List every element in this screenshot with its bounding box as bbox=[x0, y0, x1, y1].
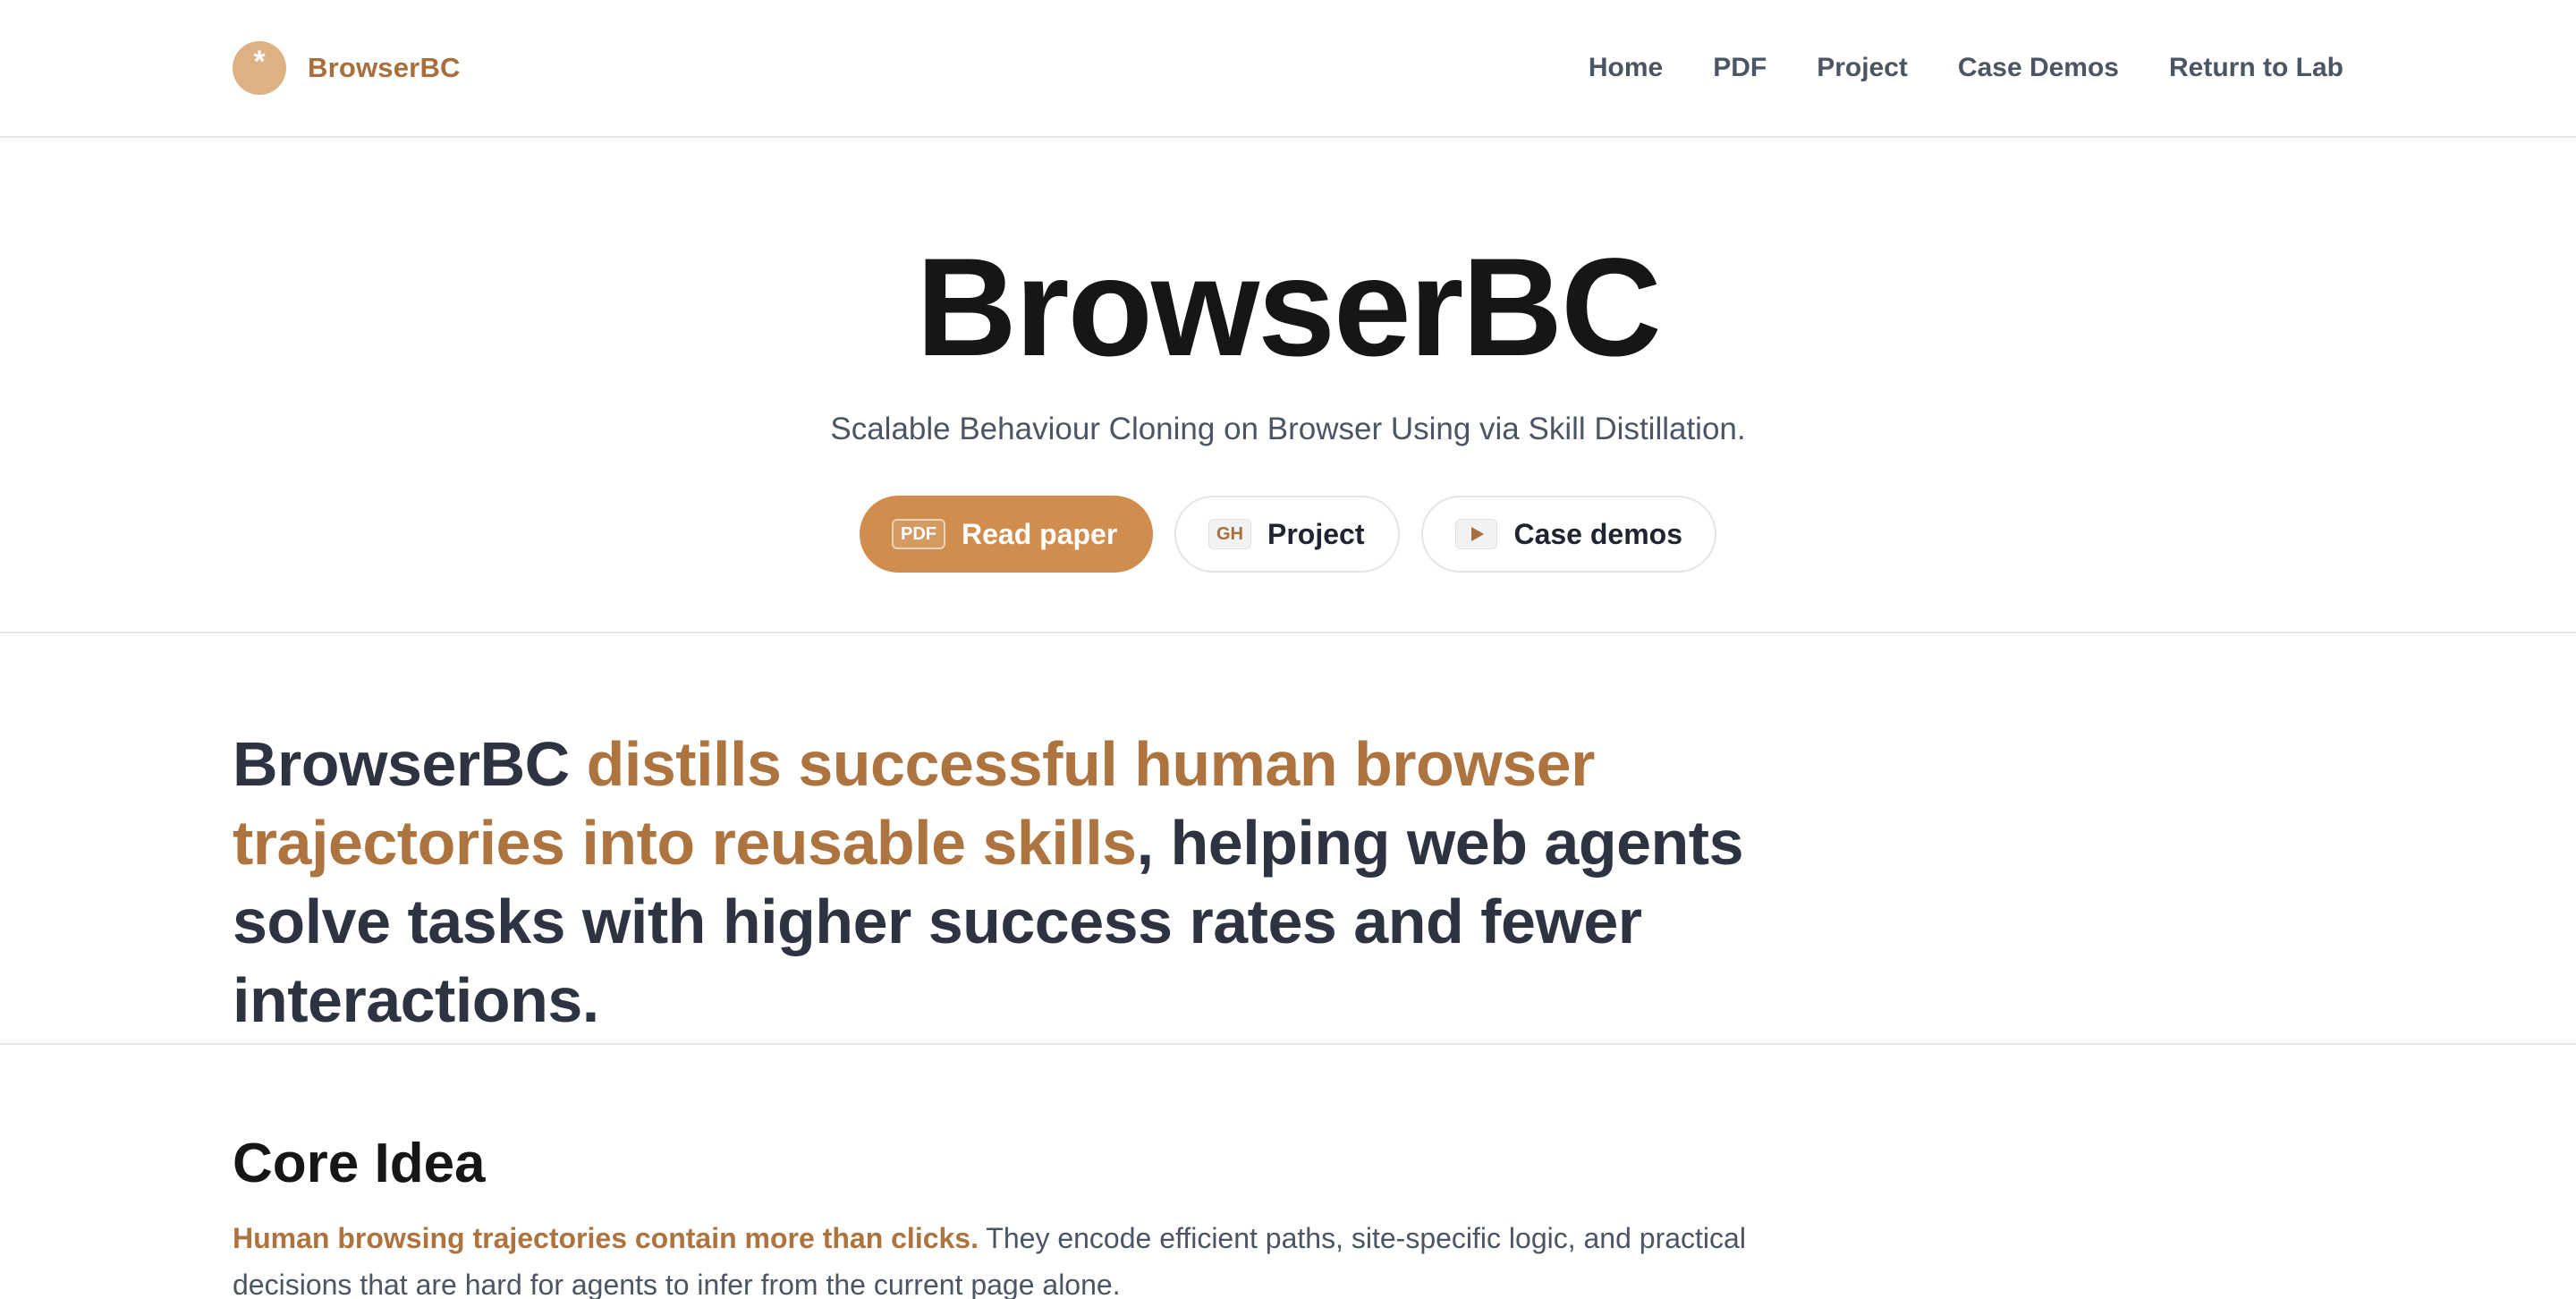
brand-link[interactable]: * BrowserBC bbox=[233, 41, 461, 95]
play-icon bbox=[1455, 519, 1498, 549]
nav-case-demos-link[interactable]: Case Demos bbox=[1958, 53, 2119, 83]
nav-project-link[interactable]: Project bbox=[1817, 53, 1908, 83]
main-nav: Home PDF Project Case Demos Return to La… bbox=[1589, 47, 2343, 89]
top-navbar: * BrowserBC Home PDF Project Case Demos … bbox=[0, 0, 2576, 138]
page-subtitle: Scalable Behaviour Cloning on Browser Us… bbox=[830, 412, 1746, 446]
nav-pdf-link[interactable]: PDF bbox=[1713, 53, 1767, 83]
brand-logo-icon: * bbox=[233, 41, 286, 95]
core-idea-section: Core Idea Human browsing trajectories co… bbox=[0, 1045, 2576, 1299]
pdf-badge-icon: PDF bbox=[892, 519, 945, 549]
github-badge-icon: GH bbox=[1208, 519, 1251, 549]
case-demos-button[interactable]: Case demos bbox=[1421, 496, 1716, 573]
summary-text-start: BrowserBC bbox=[233, 729, 587, 799]
summary-section: BrowserBC distills successful human brow… bbox=[0, 633, 2576, 1045]
nav-return-to-lab-link[interactable]: Return to Lab bbox=[2169, 53, 2343, 83]
case-demos-label: Case demos bbox=[1513, 517, 1682, 550]
read-paper-button[interactable]: PDF Read paper bbox=[860, 496, 1153, 573]
project-label: Project bbox=[1267, 517, 1365, 550]
brand-name: BrowserBC bbox=[308, 52, 461, 83]
core-idea-heading: Core Idea bbox=[233, 1133, 486, 1194]
core-idea-lead: Human browsing trajectories contain more… bbox=[233, 1222, 979, 1254]
summary-statement: BrowserBC distills successful human brow… bbox=[233, 725, 1896, 1040]
page-title: BrowserBC bbox=[916, 230, 1662, 386]
project-button[interactable]: GH Project bbox=[1174, 496, 1400, 573]
hero-section: BrowserBC Scalable Behaviour Cloning on … bbox=[0, 138, 2576, 633]
nav-home-link[interactable]: Home bbox=[1589, 53, 1663, 83]
hero-button-group: PDF Read paper GH Project Case demos bbox=[0, 496, 2576, 573]
core-idea-paragraph: Human browsing trajectories contain more… bbox=[233, 1215, 1753, 1299]
read-paper-label: Read paper bbox=[962, 517, 1118, 550]
